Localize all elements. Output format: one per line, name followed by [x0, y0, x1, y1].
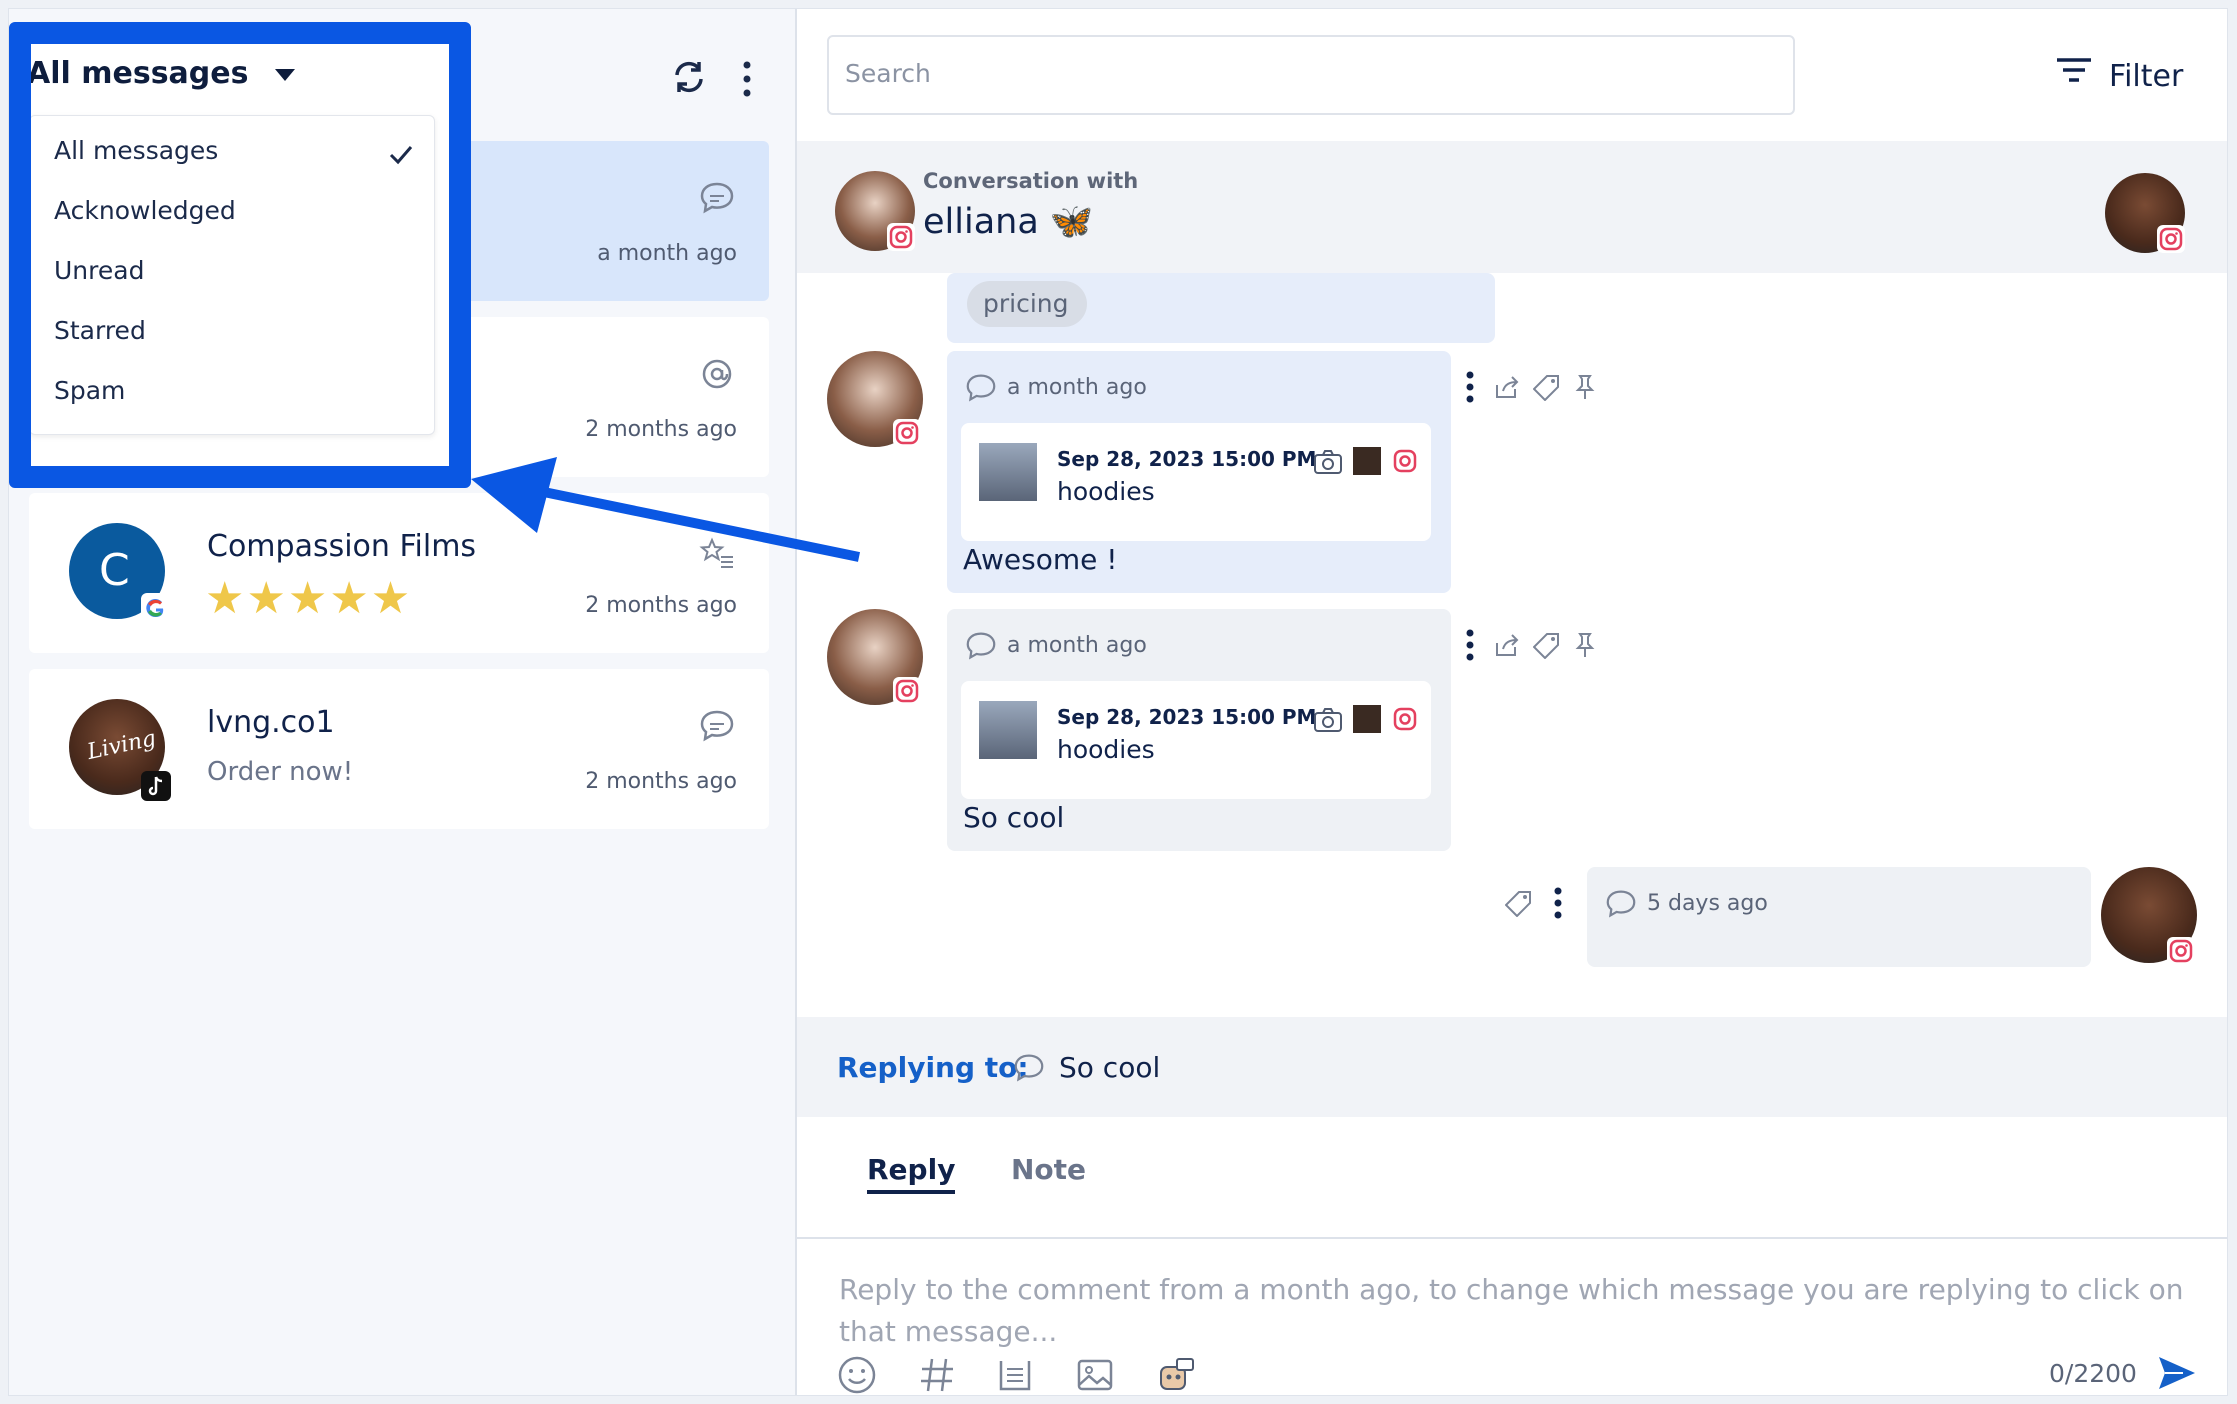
brand-thumbnail	[1353, 705, 1381, 733]
conversation-time: 2 months ago	[585, 593, 737, 618]
hashtag-icon[interactable]	[917, 1355, 957, 1395]
pin-icon[interactable]	[1573, 631, 1597, 659]
filter-button[interactable]: Filter	[2109, 59, 2183, 94]
tab-reply[interactable]: Reply	[867, 1153, 956, 1194]
post-card[interactable]: Sep 28, 2023 15:00 PM hoodies	[961, 681, 1431, 799]
post-title: hoodies	[1057, 735, 1155, 764]
search-input[interactable]: Search	[827, 35, 1795, 115]
instagram-icon	[2157, 225, 2185, 253]
template-icon[interactable]	[995, 1355, 1035, 1395]
reply-tabs: Reply Note	[797, 1117, 2227, 1237]
reply-input[interactable]: Reply to the comment from a month ago, t…	[839, 1269, 2227, 1353]
comment-icon	[966, 374, 996, 402]
post-card[interactable]: Sep 28, 2023 15:00 PM hoodies	[961, 423, 1431, 541]
tag-icon[interactable]	[1533, 631, 1561, 659]
pin-icon[interactable]	[1573, 373, 1597, 401]
comment-icon	[700, 710, 734, 742]
share-icon[interactable]	[1493, 373, 1521, 401]
mention-icon	[702, 359, 732, 389]
review-rating: ★★★★★	[205, 573, 413, 624]
camera-icon	[1314, 450, 1342, 474]
conversation-name: Compassion Films	[207, 529, 477, 564]
message-actions	[1465, 625, 1605, 665]
app-window: a month ago 2 months ago C Compassion Fi…	[8, 8, 2228, 1396]
conversation-item[interactable]: Living lvng.co1 Order now! 2 months ago	[29, 669, 769, 829]
instagram-icon	[2167, 937, 2195, 965]
conversation-item[interactable]: C Compassion Films ★★★★★ 2 months ago	[29, 493, 769, 653]
instagram-icon	[893, 677, 921, 705]
brand-thumbnail	[1353, 447, 1381, 475]
tiktok-icon	[141, 771, 171, 801]
share-icon[interactable]	[1493, 631, 1521, 659]
living-logo-icon: Living	[85, 726, 159, 765]
emoji-icon[interactable]	[837, 1355, 877, 1395]
camera-icon	[1314, 708, 1342, 732]
post-date: Sep 28, 2023 15:00 PM	[1057, 447, 1317, 471]
message-time: 5 days ago	[1647, 891, 1768, 916]
more-options-icon[interactable]	[1465, 371, 1475, 403]
conversation-time: 2 months ago	[585, 417, 737, 442]
filter-icon[interactable]	[2053, 55, 2095, 85]
comment-icon	[966, 632, 996, 660]
more-options-icon[interactable]	[1553, 887, 1563, 919]
conversation-time: a month ago	[597, 241, 737, 266]
message-actions	[1505, 883, 1575, 923]
message-time: a month ago	[1007, 375, 1147, 400]
highlight-box	[9, 22, 471, 488]
comment-icon	[1606, 890, 1636, 918]
message-text: So cool	[963, 801, 1065, 834]
message-actions	[1465, 367, 1605, 407]
refresh-icon[interactable]	[669, 57, 709, 97]
conversation-time: 2 months ago	[585, 769, 737, 794]
post-title: hoodies	[1057, 477, 1155, 506]
send-icon[interactable]	[2155, 1351, 2199, 1395]
message-bubble[interactable]: 5 days ago	[1587, 867, 2091, 967]
conversation-name: lvng.co1	[207, 705, 335, 740]
message-bubble[interactable]: a month ago Sep 28, 2023 15:00 PM hoodie…	[947, 609, 1451, 851]
comment-icon	[1014, 1054, 1044, 1082]
message-bubble[interactable]: a month ago Sep 28, 2023 15:00 PM hoodie…	[947, 351, 1451, 593]
google-icon	[141, 593, 171, 623]
inbox-panel: a month ago 2 months ago C Compassion Fi…	[9, 9, 797, 1395]
review-icon	[699, 537, 733, 568]
post-thumbnail	[979, 701, 1037, 759]
instagram-icon	[1393, 707, 1417, 731]
message-text: Awesome !	[963, 543, 1118, 576]
replying-to-label: Replying to:	[837, 1051, 1029, 1084]
tab-note[interactable]: Note	[1011, 1153, 1086, 1186]
comment-icon	[700, 182, 734, 214]
reply-composer[interactable]: Reply to the comment from a month ago, t…	[797, 1237, 2227, 1395]
char-count: 0/2200	[2049, 1359, 2137, 1388]
avatar-letter: C	[99, 545, 130, 596]
more-options-icon[interactable]	[739, 59, 755, 99]
instagram-icon	[887, 223, 915, 251]
search-placeholder: Search	[845, 59, 931, 88]
more-options-icon[interactable]	[1465, 629, 1475, 661]
tag-pill[interactable]: pricing	[967, 281, 1087, 327]
tag-icon[interactable]	[1505, 889, 1533, 917]
ai-assistant-icon[interactable]	[1155, 1355, 1195, 1395]
post-date: Sep 28, 2023 15:00 PM	[1057, 705, 1317, 729]
tag-label: pricing	[983, 289, 1069, 318]
image-icon[interactable]	[1075, 1355, 1115, 1395]
replying-to-text: So cool	[1059, 1051, 1161, 1084]
instagram-icon	[1393, 449, 1417, 473]
tag-icon[interactable]	[1533, 373, 1561, 401]
post-thumbnail	[979, 443, 1037, 501]
conversation-preview: Order now!	[207, 757, 354, 787]
instagram-icon	[893, 419, 921, 447]
conversation-with-label: Conversation with	[923, 169, 1139, 193]
conversation-contact-name: elliana 🦋	[923, 202, 1094, 242]
message-time: a month ago	[1007, 633, 1147, 658]
